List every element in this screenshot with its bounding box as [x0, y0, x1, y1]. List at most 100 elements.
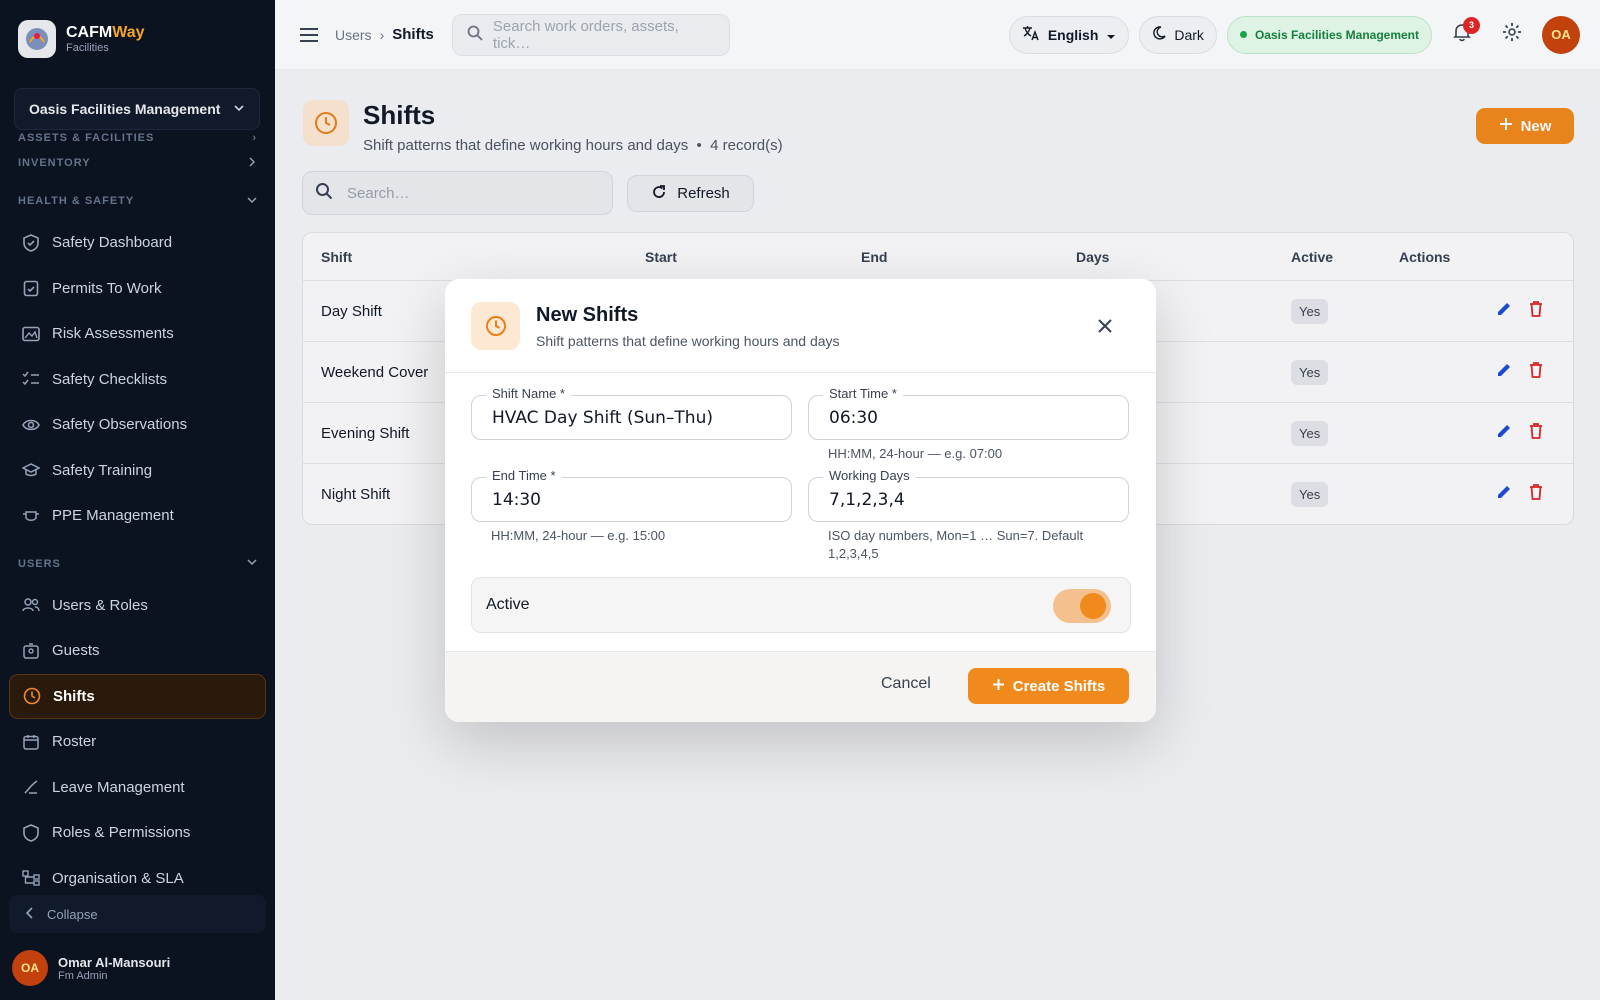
sidebar-item-safety-checklists[interactable]: Safety Checklists [0, 357, 275, 403]
active-row: Active [471, 577, 1131, 633]
brand-name: CAFMWay [66, 24, 145, 41]
avatar: OA [12, 950, 48, 986]
chevron-right-icon: › [379, 26, 385, 43]
chevron-down-icon [247, 195, 257, 208]
brand[interactable]: CAFMWay Facilities [0, 0, 275, 78]
active-label: Active [486, 596, 530, 613]
clock-icon [23, 687, 41, 705]
sidebar-item-shifts[interactable]: Shifts [9, 673, 266, 719]
collapse-button[interactable]: Collapse [9, 895, 266, 933]
global-search[interactable]: Search work orders, assets, tick… [451, 13, 730, 56]
settings-button[interactable] [1492, 15, 1532, 55]
end-time-field[interactable]: End Time * [471, 468, 792, 522]
breadcrumb-users[interactable]: Users [335, 27, 372, 43]
global-search-placeholder: Search work orders, assets, tick… [492, 17, 679, 52]
create-shifts-button[interactable]: Create Shifts [968, 668, 1129, 704]
toggle-knob [1080, 593, 1106, 619]
sidebar-item-roster[interactable]: Roster [0, 719, 275, 765]
sidebar-item-guests[interactable]: Guests [0, 628, 275, 674]
breadcrumb-current: Shifts [392, 26, 434, 43]
start-time-help: HH:MM, 24-hour — e.g. 07:00 [828, 446, 1003, 461]
org-badge[interactable]: Oasis Facilities Management [1226, 15, 1432, 54]
sidebar-item-leave-management[interactable]: Leave Management [0, 765, 275, 811]
nav-section-inventory[interactable]: INVENTORY [0, 144, 275, 182]
org-chart-icon [22, 869, 40, 887]
sidebar-item-label: PPE Management [52, 507, 174, 525]
sidebar-item-roles-permissions[interactable]: Roles & Permissions [0, 810, 275, 856]
sidebar-item-safety-dashboard[interactable]: Safety Dashboard [0, 220, 275, 266]
brand-subtitle: Facilities [66, 42, 109, 54]
end-time-input[interactable] [472, 478, 791, 521]
start-time-input[interactable] [809, 396, 1128, 439]
notifications-button[interactable]: 3 [1442, 15, 1482, 55]
leave-icon [22, 778, 40, 796]
sidebar-item-label: Organisation & SLA [52, 869, 184, 887]
sidebar-item-users-roles[interactable]: Users & Roles [0, 583, 275, 629]
theme-label: Dark [1174, 26, 1204, 43]
calendar-icon [22, 733, 40, 751]
sidebar-item-label: Guests [52, 642, 100, 660]
sidebar-item-organisation-sla[interactable]: Organisation & SLA [0, 856, 275, 888]
avatar[interactable]: OA [1542, 15, 1580, 54]
mask-icon [22, 507, 40, 525]
sidebar-item-risk-assessments[interactable]: Risk Assessments [0, 311, 275, 357]
user-profile[interactable]: OA Omar Al-Mansouri Fm Admin [12, 950, 170, 986]
org-select[interactable]: Oasis Facilities Management [14, 88, 260, 130]
nav-section-health-safety[interactable]: HEALTH & SAFETY [0, 182, 275, 220]
sidebar-item-ppe-management[interactable]: PPE Management [0, 493, 275, 539]
checklist-icon [22, 370, 40, 388]
sidebar-nav: ASSETS & FACILITIES › INVENTORY HEALTH & … [0, 132, 275, 887]
caret-down-icon [1106, 27, 1116, 43]
working-days-help: ISO day numbers, Mon=1 … Sun=7. Default … [828, 528, 1084, 561]
nav-section-assets[interactable]: ASSETS & FACILITIES › [0, 132, 275, 144]
sidebar-item-safety-training[interactable]: Safety Training [0, 448, 275, 494]
dialog-header: New Shifts Shift patterns that define wo… [445, 279, 1156, 373]
shield-check-icon [22, 233, 40, 252]
breadcrumb: Users › Shifts [335, 26, 434, 43]
graduation-cap-icon [22, 461, 40, 479]
theme-toggle[interactable]: Dark [1139, 15, 1217, 54]
sidebar-item-label: Safety Observations [52, 416, 188, 434]
shield-icon [22, 823, 40, 842]
sidebar-item-label: Risk Assessments [52, 325, 174, 343]
nav-section-label: HEALTH & SAFETY [18, 195, 135, 207]
image-alert-icon [22, 325, 40, 343]
chevron-right-icon [247, 156, 257, 170]
gear-icon [1502, 22, 1522, 47]
plus-icon [992, 678, 1005, 695]
working-days-input[interactable] [809, 478, 1128, 521]
sidebar-item-safety-observations[interactable]: Safety Observations [0, 402, 275, 448]
sidebar-item-label: Roles & Permissions [52, 824, 191, 842]
sidebar-item-permits-to-work[interactable]: Permits To Work [0, 266, 275, 312]
collapse-label: Collapse [47, 906, 98, 922]
end-time-help: HH:MM, 24-hour — e.g. 15:00 [491, 528, 666, 543]
sidebar-item-label: Permits To Work [52, 279, 162, 297]
sidebar-item-label: Safety Training [52, 461, 153, 479]
sidebar-item-label: Roster [52, 733, 97, 751]
org-select-value: Oasis Facilities Management [29, 101, 221, 117]
cancel-button[interactable]: Cancel [881, 675, 931, 693]
sidebar: CAFMWay Facilities Oasis Facilities Mana… [0, 0, 275, 1000]
topbar: Users › Shifts Search work orders, asset… [275, 0, 1600, 70]
sidebar-item-label: Safety Checklists [52, 370, 168, 388]
moon-icon [1152, 26, 1166, 43]
working-days-field[interactable]: Working Days [808, 468, 1129, 522]
active-toggle[interactable] [1053, 589, 1111, 623]
create-shifts-label: Create Shifts [1012, 677, 1106, 695]
notification-count-badge: 3 [1463, 16, 1480, 34]
close-icon[interactable] [1091, 312, 1119, 340]
status-dot-icon [1239, 31, 1247, 38]
language-select[interactable]: English [1008, 15, 1130, 54]
dialog-subtitle: Shift patterns that define working hours… [536, 333, 840, 349]
clock-icon [471, 302, 520, 350]
sidebar-item-label: Shifts [53, 687, 95, 705]
start-time-field[interactable]: Start Time * [808, 386, 1129, 440]
dialog-footer: Cancel Create Shifts [445, 651, 1156, 722]
nav-section-users[interactable]: USERS [0, 545, 275, 583]
shift-name-field[interactable]: Shift Name * [471, 386, 792, 440]
nav-section-label: INVENTORY [18, 157, 91, 169]
user-name: Omar Al-Mansouri [58, 954, 171, 970]
shift-name-input[interactable] [472, 396, 791, 439]
menu-icon[interactable] [295, 21, 323, 49]
search-icon [467, 25, 483, 45]
